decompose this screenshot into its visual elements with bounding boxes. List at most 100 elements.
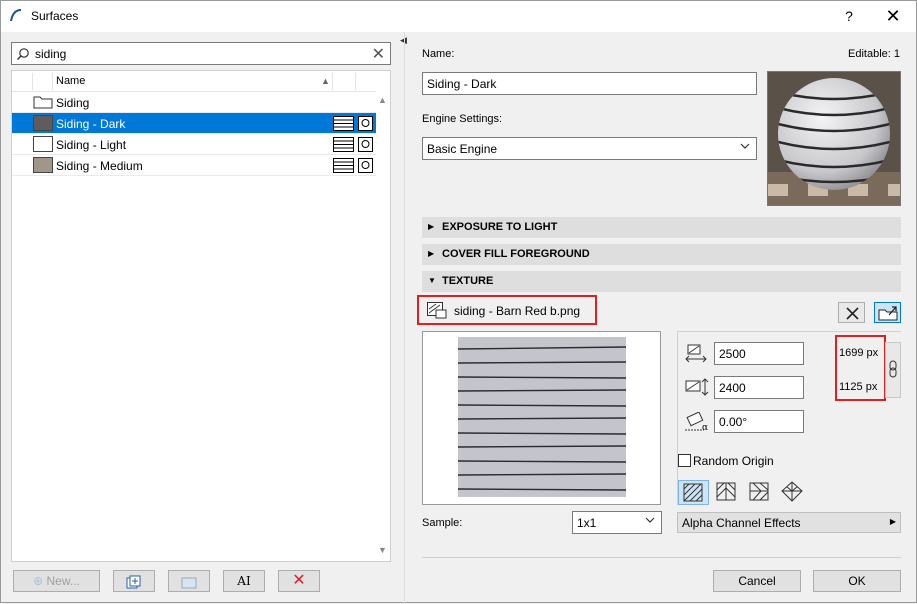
color-swatch bbox=[33, 115, 53, 131]
texture-width-icon bbox=[685, 344, 707, 363]
chain-link-icon bbox=[889, 360, 897, 378]
folder-import-icon bbox=[181, 577, 197, 589]
sort-ascending-icon: ▲ bbox=[321, 76, 330, 86]
siding-texture-image bbox=[457, 337, 627, 497]
list-item-label: Siding - Light bbox=[56, 138, 127, 152]
texture-file-icon bbox=[427, 302, 447, 319]
pixel-size-highlight: 1699 px 1125 px bbox=[835, 335, 886, 401]
editable-count: Editable: 1 bbox=[848, 48, 900, 60]
cancel-button[interactable]: Cancel bbox=[713, 570, 801, 592]
title-bar: Surfaces ? ✕ bbox=[1, 1, 916, 32]
rename-button[interactable]: AI bbox=[223, 570, 265, 592]
chevron-right-icon: ▶ bbox=[889, 517, 896, 526]
mirror-xy-button[interactable] bbox=[778, 480, 809, 505]
alpha-channel-effects-button[interactable]: Alpha Channel Effects ▶ bbox=[677, 512, 901, 533]
texture-icon bbox=[358, 137, 373, 152]
chevron-down-icon bbox=[740, 143, 750, 149]
list-item-folder[interactable]: Siding bbox=[12, 92, 376, 113]
sample-select-value: 1x1 bbox=[577, 516, 597, 530]
ok-button[interactable]: OK bbox=[813, 570, 901, 592]
sample-select[interactable]: 1x1 bbox=[572, 511, 662, 534]
texture-image bbox=[457, 337, 627, 497]
header-separator bbox=[32, 73, 33, 90]
scroll-down-icon[interactable]: ▼ bbox=[378, 545, 387, 555]
window-title: Surfaces bbox=[31, 9, 79, 23]
engine-select-value: Basic Engine bbox=[427, 142, 498, 156]
open-folder-icon bbox=[878, 306, 898, 321]
mirror-y-button[interactable] bbox=[745, 480, 776, 505]
delete-button[interactable]: ✕ bbox=[278, 570, 320, 592]
engine-settings-label: Engine Settings: bbox=[422, 113, 503, 125]
new-button-label: New... bbox=[46, 574, 80, 588]
list-item[interactable]: Siding - Dark bbox=[12, 113, 376, 134]
list-item[interactable]: Siding - Light bbox=[12, 134, 376, 155]
collapse-arrow-icon: ▼ bbox=[428, 276, 436, 285]
header-separator bbox=[52, 73, 53, 90]
clear-search-icon[interactable]: ✕ bbox=[372, 44, 385, 64]
cover-fill-icon bbox=[333, 116, 354, 131]
mirror-y-icon bbox=[749, 482, 769, 501]
param-panel-border bbox=[677, 331, 678, 505]
mirror-none-icon bbox=[683, 483, 703, 502]
scroll-up-icon[interactable]: ▲ bbox=[378, 95, 387, 105]
texture-height-px: 1125 px bbox=[839, 381, 878, 393]
close-button[interactable]: ✕ bbox=[879, 5, 907, 27]
texture-angle-field[interactable]: 0.00° bbox=[714, 410, 804, 433]
surfaces-list: Name ▲ Siding Siding - Dark Siding - Lig… bbox=[11, 70, 391, 562]
remove-texture-button[interactable] bbox=[838, 302, 865, 323]
duplicate-button[interactable] bbox=[113, 570, 155, 592]
texture-icon bbox=[358, 158, 373, 173]
name-label: Name: bbox=[422, 48, 455, 60]
cover-fill-icon bbox=[333, 158, 354, 173]
rename-icon: AI bbox=[237, 574, 251, 588]
param-panel-border bbox=[677, 331, 901, 332]
section-title: COVER FILL FOREGROUND bbox=[442, 248, 590, 260]
color-swatch bbox=[33, 157, 53, 173]
section-exposure-to-light[interactable]: ▶ EXPOSURE TO LIGHT bbox=[422, 217, 901, 238]
pane-splitter[interactable] bbox=[404, 32, 405, 604]
section-title: EXPOSURE TO LIGHT bbox=[442, 221, 558, 233]
divider bbox=[422, 557, 901, 558]
folder-icon bbox=[33, 96, 53, 109]
color-swatch bbox=[33, 136, 53, 152]
mirror-x-icon bbox=[716, 482, 736, 501]
random-origin-checkbox[interactable] bbox=[678, 454, 691, 467]
search-input[interactable]: siding ✕ bbox=[11, 42, 391, 65]
duplicate-icon bbox=[126, 575, 141, 589]
column-header-name[interactable]: Name bbox=[56, 75, 85, 87]
list-item-label: Siding - Dark bbox=[56, 117, 126, 131]
cover-fill-icon bbox=[333, 137, 354, 152]
chevron-down-icon bbox=[645, 517, 655, 523]
header-separator bbox=[355, 73, 356, 90]
mirror-xy-icon bbox=[781, 481, 803, 502]
alpha-channel-label: Alpha Channel Effects bbox=[682, 516, 801, 530]
import-button[interactable] bbox=[168, 570, 210, 592]
texture-height-icon bbox=[685, 378, 709, 396]
texture-file-name: siding - Barn Red b.png bbox=[454, 304, 581, 318]
texture-angle-icon: α bbox=[685, 412, 708, 432]
list-item-label: Siding - Medium bbox=[56, 159, 143, 173]
link-proportions-button[interactable] bbox=[885, 342, 901, 398]
svg-text:α: α bbox=[702, 423, 708, 432]
texture-height-field[interactable]: 2400 bbox=[714, 376, 804, 399]
sample-label: Sample: bbox=[422, 517, 463, 529]
section-texture[interactable]: ▼ TEXTURE bbox=[422, 271, 901, 292]
new-button[interactable]: ⊕ New... bbox=[13, 570, 100, 592]
mirror-none-button[interactable] bbox=[678, 480, 709, 505]
engine-select[interactable]: Basic Engine bbox=[422, 137, 757, 160]
random-origin-label: Random Origin bbox=[693, 454, 774, 468]
name-field[interactable]: Siding - Dark bbox=[422, 72, 757, 95]
texture-icon bbox=[358, 116, 373, 131]
mirror-x-button[interactable] bbox=[712, 480, 743, 505]
texture-preview bbox=[422, 331, 661, 505]
list-item[interactable]: Siding - Medium bbox=[12, 155, 376, 176]
surfaces-dialog: Surfaces ? ✕ siding ✕ Name ▲ Siding Sidi… bbox=[0, 0, 917, 604]
sphere-preview-image bbox=[768, 72, 900, 205]
section-cover-fill-foreground[interactable]: ▶ COVER FILL FOREGROUND bbox=[422, 244, 901, 265]
section-title: TEXTURE bbox=[442, 275, 494, 287]
list-header: Name ▲ bbox=[12, 71, 376, 92]
help-button[interactable]: ? bbox=[835, 5, 863, 27]
browse-texture-button[interactable] bbox=[874, 302, 901, 323]
expand-arrow-icon: ▶ bbox=[428, 222, 435, 231]
texture-width-field[interactable]: 2500 bbox=[714, 342, 804, 365]
